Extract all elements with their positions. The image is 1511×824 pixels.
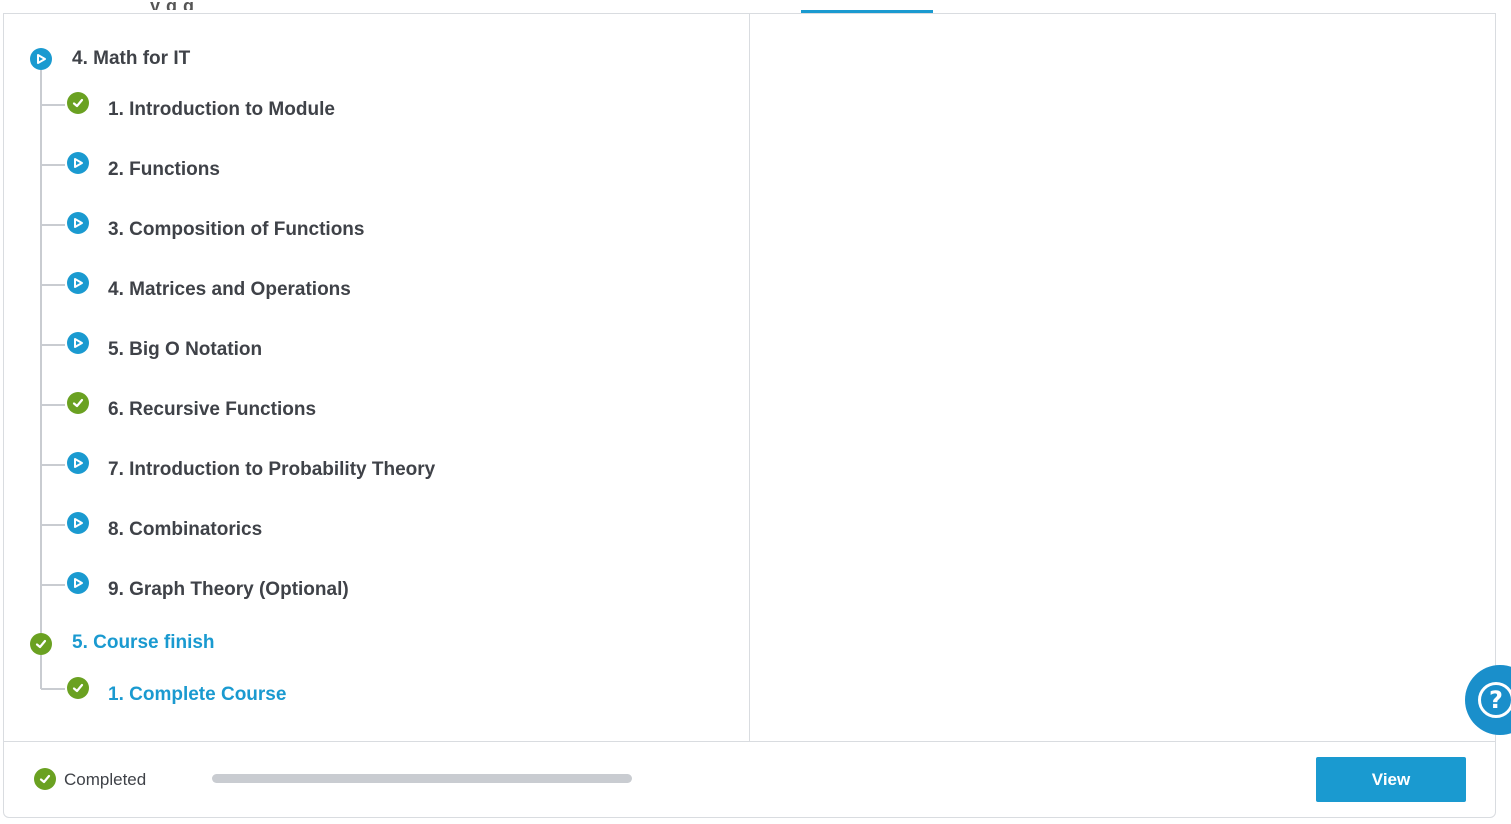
view-button[interactable]: View — [1316, 757, 1466, 802]
tree-branch — [41, 104, 65, 106]
lesson-9-play-icon[interactable] — [67, 572, 89, 594]
tree-branch — [41, 224, 65, 226]
completion-status: Completed — [64, 770, 147, 789]
active-tab-indicator — [801, 10, 933, 13]
tree-connector — [40, 655, 42, 689]
tree-branch — [41, 464, 65, 466]
complete-course-check-icon — [67, 677, 89, 699]
module-4-title[interactable]: 4. Math for IT — [72, 47, 190, 71]
course-progress-fill — [212, 774, 632, 783]
lesson-6-check-icon — [67, 392, 89, 414]
lesson-7-play-icon[interactable] — [67, 452, 89, 474]
lesson-1-check-icon — [67, 92, 89, 114]
lesson-1-link[interactable]: 1. Introduction to Module — [108, 98, 335, 122]
lesson-2-link[interactable]: 2. Functions — [108, 158, 220, 182]
lesson-6-link[interactable]: 6. Recursive Functions — [108, 398, 316, 422]
lesson-8-link[interactable]: 8. Combinatorics — [108, 518, 262, 542]
tree-branch — [41, 164, 65, 166]
tree-branch — [41, 524, 65, 526]
lesson-2-play-icon[interactable] — [67, 152, 89, 174]
lesson-7-link[interactable]: 7. Introduction to Probability Theory — [108, 458, 435, 482]
tree-connector — [40, 70, 42, 633]
module-5-title[interactable]: 5. Course finish — [72, 631, 215, 655]
lesson-3-play-icon[interactable] — [67, 212, 89, 234]
complete-course-link[interactable]: 1. Complete Course — [108, 683, 286, 707]
tree-branch — [41, 344, 65, 346]
completed-check-icon — [34, 768, 56, 790]
tree-branch — [41, 584, 65, 586]
course-progress-bar — [212, 774, 632, 783]
lesson-3-link[interactable]: 3. Composition of Functions — [108, 218, 364, 242]
module-5-check-icon — [30, 633, 52, 655]
module-4-play-icon[interactable] — [30, 48, 52, 70]
help-icon: ? — [1478, 682, 1511, 718]
tree-branch — [41, 284, 65, 286]
lesson-5-link[interactable]: 5. Big O Notation — [108, 338, 262, 362]
footer-divider — [4, 741, 1495, 742]
panel-divider — [749, 14, 750, 742]
lesson-5-play-icon[interactable] — [67, 332, 89, 354]
lesson-4-link[interactable]: 4. Matrices and Operations — [108, 278, 351, 302]
previous-item-text: y g g — [150, 0, 195, 10]
lesson-8-play-icon[interactable] — [67, 512, 89, 534]
tree-branch — [41, 688, 65, 690]
tree-branch — [41, 404, 65, 406]
lesson-9-link[interactable]: 9. Graph Theory (Optional) — [108, 578, 349, 602]
lesson-4-play-icon[interactable] — [67, 272, 89, 294]
